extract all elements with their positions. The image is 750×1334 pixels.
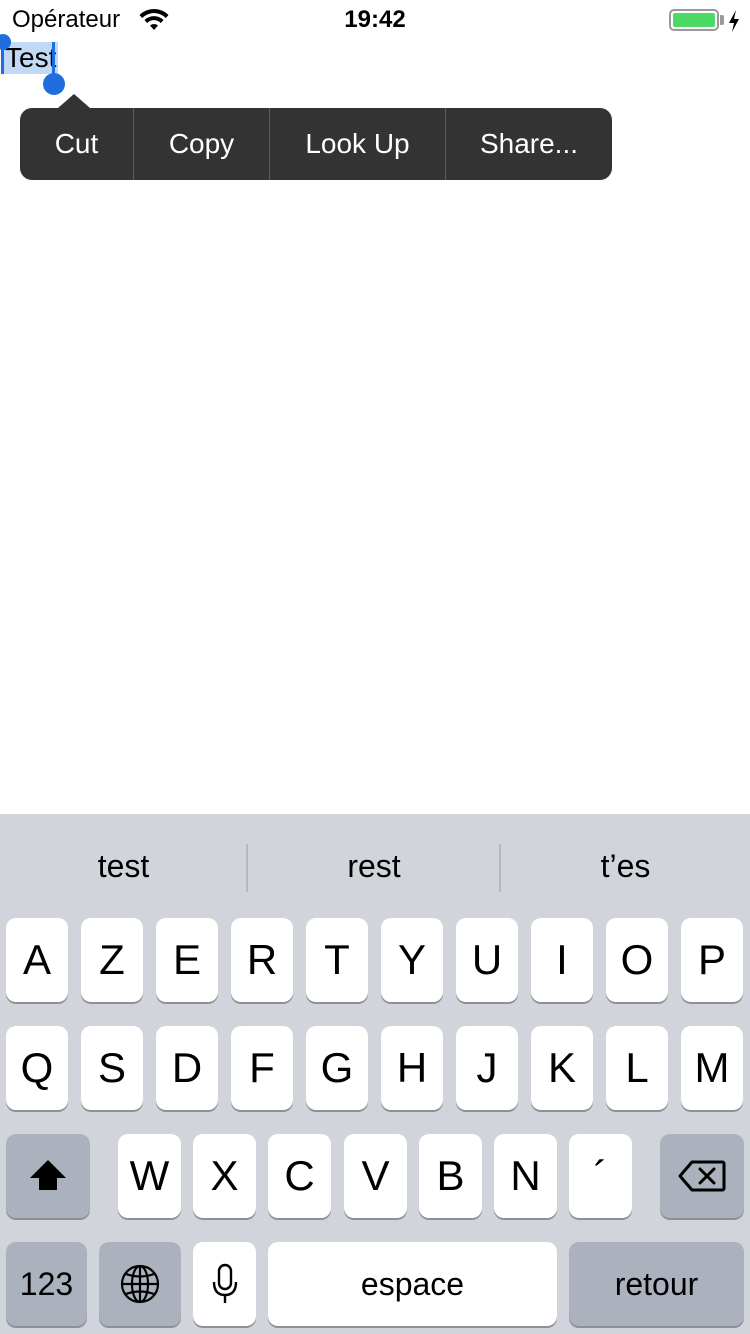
key-j[interactable]: J	[456, 1026, 518, 1110]
key-o[interactable]: O	[606, 918, 668, 1002]
numbers-key[interactable]: 123	[6, 1242, 87, 1326]
clock: 19:42	[344, 6, 406, 33]
prediction-1[interactable]: test	[0, 814, 247, 918]
key-u[interactable]: U	[456, 918, 518, 1002]
look-up-button[interactable]: Look Up	[270, 108, 446, 180]
key-b[interactable]: B	[419, 1134, 482, 1218]
backspace-key[interactable]	[660, 1134, 744, 1218]
predictive-bar: test rest t’es	[0, 814, 750, 918]
edit-menu-arrow	[58, 94, 90, 108]
share-button[interactable]: Share...	[446, 108, 612, 180]
keyboard: test rest t’es A Z E R T Y U I O P Q S D…	[0, 814, 750, 1334]
key-z[interactable]: Z	[81, 918, 143, 1002]
key-y[interactable]: Y	[381, 918, 443, 1002]
key-s[interactable]: S	[81, 1026, 143, 1110]
dictation-key[interactable]	[193, 1242, 256, 1326]
key-q[interactable]: Q	[6, 1026, 68, 1110]
key-t[interactable]: T	[306, 918, 368, 1002]
key-k[interactable]: K	[531, 1026, 593, 1110]
return-key[interactable]: retour	[569, 1242, 744, 1326]
shift-key[interactable]	[6, 1134, 90, 1218]
key-x[interactable]: X	[193, 1134, 256, 1218]
key-f[interactable]: F	[231, 1026, 293, 1110]
space-key[interactable]: espace	[268, 1242, 557, 1326]
edit-menu: Cut Copy Look Up Share...	[20, 94, 612, 180]
key-w[interactable]: W	[118, 1134, 181, 1218]
copy-button[interactable]: Copy	[134, 108, 270, 180]
key-a[interactable]: A	[6, 918, 68, 1002]
battery-level	[673, 13, 715, 27]
status-bar: Opérateur 19:42	[0, 0, 750, 40]
charging-icon	[729, 10, 739, 32]
key-e[interactable]: E	[156, 918, 218, 1002]
key-m[interactable]: M	[681, 1026, 743, 1110]
key-acute-accent[interactable]: ´	[569, 1134, 632, 1218]
key-h[interactable]: H	[381, 1026, 443, 1110]
prediction-2[interactable]: rest	[248, 814, 500, 918]
key-n[interactable]: N	[494, 1134, 557, 1218]
key-g[interactable]: G	[306, 1026, 368, 1110]
globe-key[interactable]	[99, 1242, 181, 1326]
key-c[interactable]: C	[268, 1134, 331, 1218]
backspace-icon	[678, 1160, 726, 1192]
cut-button[interactable]: Cut	[20, 108, 134, 180]
key-i[interactable]: I	[531, 918, 593, 1002]
key-p[interactable]: P	[681, 918, 743, 1002]
key-r[interactable]: R	[231, 918, 293, 1002]
prediction-3[interactable]: t’es	[501, 814, 750, 918]
key-d[interactable]: D	[156, 1026, 218, 1110]
battery-tip	[720, 15, 724, 25]
shift-icon	[30, 1160, 66, 1190]
selection-end-handle[interactable]	[52, 42, 55, 76]
key-v[interactable]: V	[344, 1134, 407, 1218]
microphone-icon	[212, 1263, 237, 1303]
selected-text[interactable]: Test	[3, 42, 59, 74]
battery-icon	[669, 9, 719, 31]
selection-end-knob[interactable]	[43, 73, 65, 95]
selection-start-handle[interactable]	[0, 34, 11, 74]
key-l[interactable]: L	[606, 1026, 668, 1110]
globe-icon	[120, 1264, 160, 1304]
